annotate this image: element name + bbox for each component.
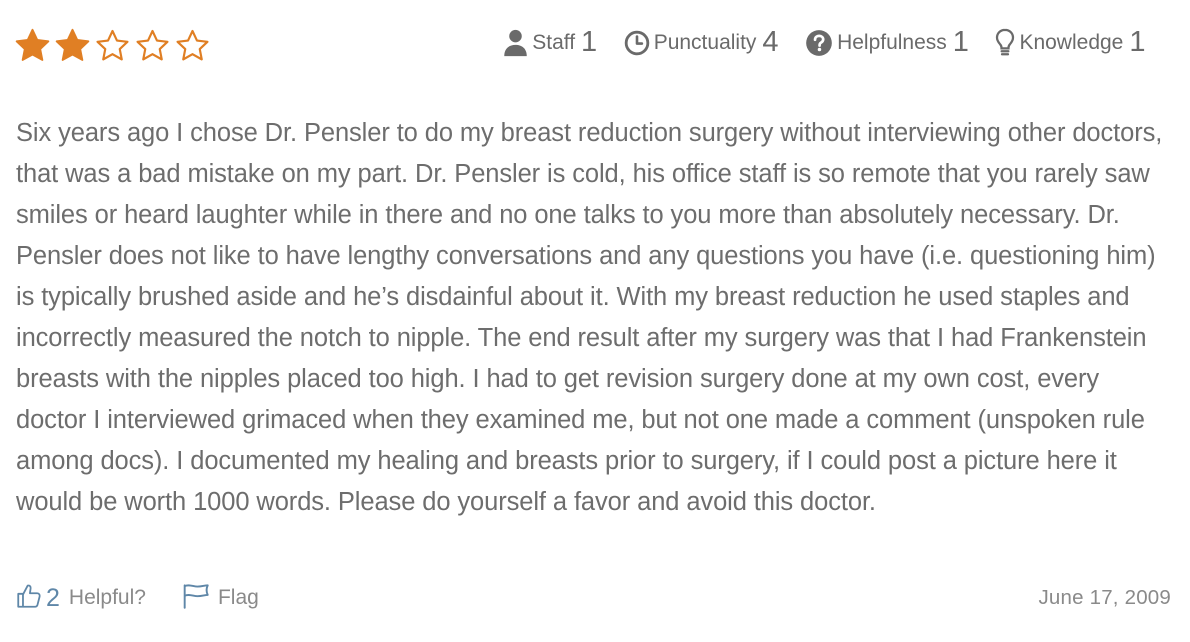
star-empty-icon	[174, 27, 211, 64]
category-ratings: Staff 1 Punctuality 4 Helpfulness 1 Know…	[503, 26, 1146, 59]
rating-label: Knowledge	[1019, 30, 1124, 54]
rating-value: 1	[1129, 26, 1146, 58]
rating-staff: Staff 1	[503, 26, 597, 59]
review-card: Staff 1 Punctuality 4 Helpfulness 1 Know…	[0, 0, 1190, 642]
person-icon	[503, 29, 528, 57]
star-empty-icon	[134, 27, 171, 64]
flag-button[interactable]: Flag	[182, 583, 259, 614]
rating-value: 4	[762, 26, 780, 58]
helpful-count: 2	[46, 583, 60, 612]
rating-value: 1	[581, 26, 598, 58]
review-date: June 17, 2009	[1038, 586, 1171, 609]
rating-punctuality: Punctuality 4	[624, 26, 779, 59]
rating-value: 1	[952, 26, 970, 58]
rating-label: Helpfulness	[837, 30, 947, 54]
star-empty-icon	[94, 27, 131, 64]
flag-label: Flag	[217, 586, 259, 609]
clock-icon	[624, 30, 650, 56]
flag-icon	[182, 583, 212, 614]
lightbulb-icon	[995, 28, 1015, 58]
rating-helpfulness: Helpfulness 1	[805, 26, 969, 59]
helpful-button[interactable]: 2 Helpful?	[16, 582, 146, 614]
thumbs-up-icon	[16, 582, 43, 614]
rating-label: Staff	[532, 30, 576, 54]
review-body: Six years ago I chose Dr. Pensler to do …	[16, 119, 1163, 516]
rating-label: Punctuality	[653, 30, 757, 54]
review-footer: 2 Helpful? Flag June 17, 2009	[16, 580, 1171, 616]
question-circle-icon	[805, 29, 833, 57]
rating-knowledge: Knowledge 1	[995, 26, 1146, 59]
helpful-label: Helpful?	[68, 586, 146, 609]
star-rating	[14, 27, 211, 64]
star-filled-icon	[54, 27, 91, 64]
star-filled-icon	[14, 27, 51, 64]
